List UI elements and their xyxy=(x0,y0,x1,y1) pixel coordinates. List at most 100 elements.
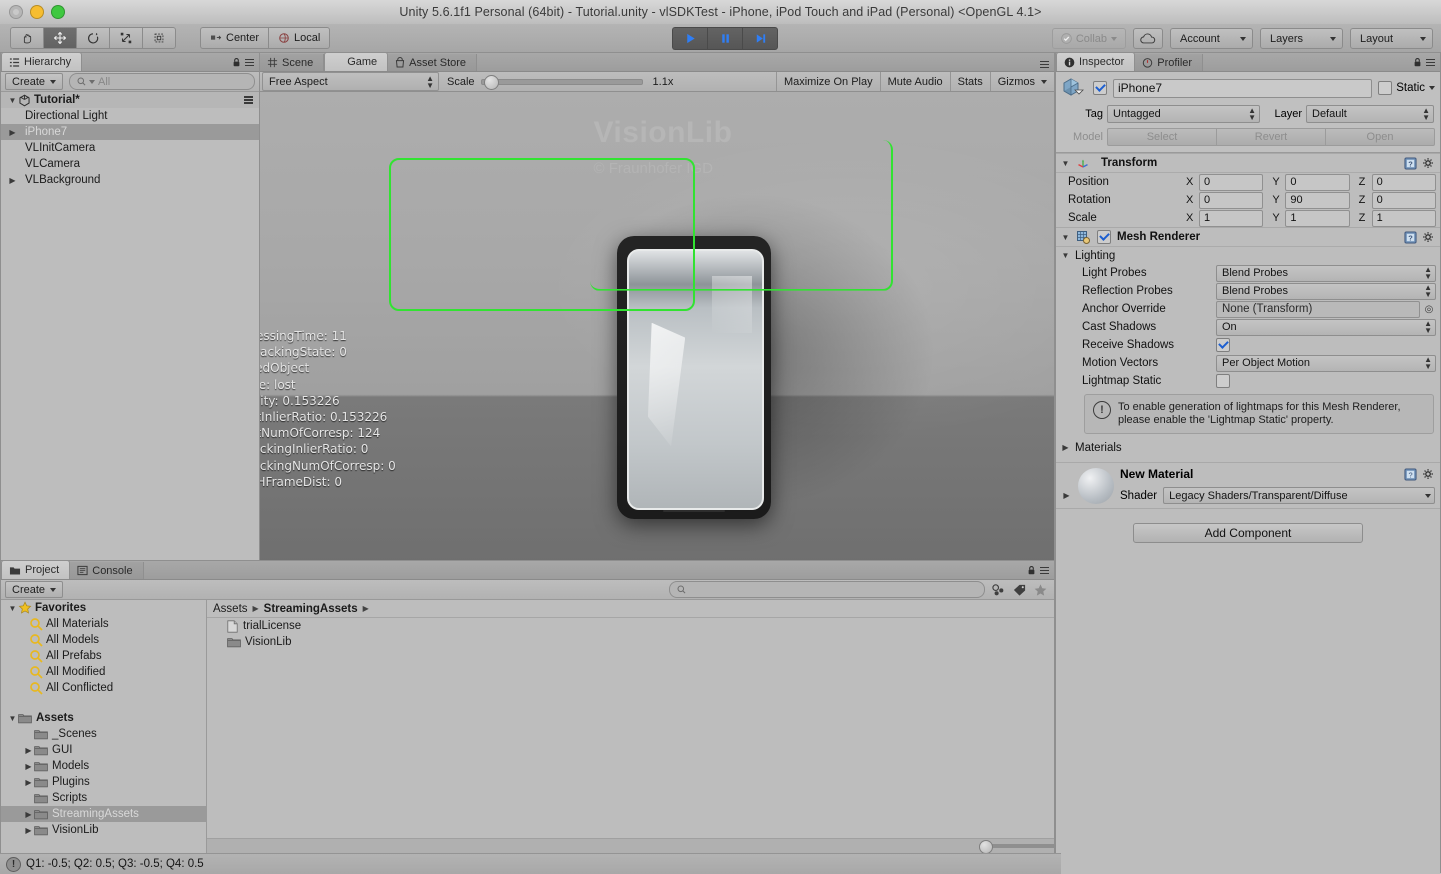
project-folder-item[interactable]: VisionLib xyxy=(207,634,1054,650)
tab-asset-store[interactable]: Asset Store xyxy=(388,54,478,71)
mute-audio-toggle[interactable]: Mute Audio xyxy=(879,72,950,91)
chevron-down-icon[interactable]: ▼ xyxy=(7,604,18,613)
scale-slider-handle[interactable] xyxy=(483,74,499,90)
hierarchy-menu-icon[interactable] xyxy=(245,58,254,67)
favorite-item[interactable]: All Conflicted xyxy=(1,680,206,696)
asset-folder-item[interactable]: ▶ GUI xyxy=(1,742,206,758)
mesh-renderer-enabled-checkbox[interactable] xyxy=(1097,230,1111,244)
receive-shadows-checkbox[interactable] xyxy=(1216,338,1230,352)
hierarchy-item-selected[interactable]: ▶ iPhone7 xyxy=(1,124,259,140)
scale-tool-button[interactable] xyxy=(109,27,142,49)
lightmap-static-checkbox[interactable] xyxy=(1216,374,1230,388)
tab-console[interactable]: Console xyxy=(70,562,144,579)
favorite-item[interactable]: All Modified xyxy=(1,664,206,680)
assets-root[interactable]: ▼ Assets xyxy=(1,710,206,726)
anchor-override-objectfield[interactable]: None (Transform) xyxy=(1216,300,1420,318)
favorite-item[interactable]: All Models xyxy=(1,632,206,648)
add-component-button[interactable]: Add Component xyxy=(1133,523,1363,543)
chevron-down-icon[interactable]: ▼ xyxy=(1060,251,1071,260)
rotation-x-input[interactable]: 0 xyxy=(1199,191,1264,209)
favorites-root[interactable]: ▼ Favorites xyxy=(1,600,206,616)
scale-z-input[interactable]: 1 xyxy=(1371,209,1436,227)
filter-by-label-icon[interactable] xyxy=(1012,583,1027,597)
hierarchy-search-input[interactable]: All xyxy=(69,73,255,90)
position-y-input[interactable]: 0 xyxy=(1285,173,1350,191)
help-icon[interactable]: ? xyxy=(1404,230,1417,244)
favorite-star-icon[interactable] xyxy=(1033,583,1048,597)
asset-folder-item[interactable]: Scripts xyxy=(1,790,206,806)
object-enabled-checkbox[interactable] xyxy=(1093,81,1107,95)
stats-toggle[interactable]: Stats xyxy=(949,72,990,91)
tab-game[interactable]: Game xyxy=(324,52,389,71)
pause-button[interactable] xyxy=(707,27,742,50)
help-icon[interactable]: ? xyxy=(1404,156,1417,170)
chevron-right-icon[interactable]: ▶ xyxy=(1061,491,1072,500)
layer-dropdown[interactable]: Default ▲ ▼ xyxy=(1306,105,1434,123)
inspector-menu-icon[interactable] xyxy=(1426,58,1435,67)
hierarchy-tree[interactable]: ▼ Tutorial* Directional Light ▶ iPhone7 … xyxy=(1,92,259,561)
chevron-right-icon[interactable]: ▶ xyxy=(7,176,18,185)
rotate-tool-button[interactable] xyxy=(76,27,109,49)
chevron-right-icon[interactable]: ▶ xyxy=(7,128,18,137)
asset-folder-item[interactable]: ▶ Models xyxy=(1,758,206,774)
rotation-mode-button[interactable]: Local xyxy=(268,27,331,49)
hierarchy-item[interactable]: ▶ VLBackground xyxy=(1,172,259,188)
filter-by-type-icon[interactable] xyxy=(991,583,1006,597)
motion-vectors-dropdown[interactable]: Per Object Motion ▲ ▼ xyxy=(1216,354,1436,372)
chevron-right-icon[interactable]: ▶ xyxy=(23,826,34,835)
rotation-z-input[interactable]: 0 xyxy=(1371,191,1436,209)
lock-icon[interactable] xyxy=(1413,57,1422,68)
position-z-input[interactable]: 0 xyxy=(1371,173,1436,191)
layout-dropdown[interactable]: Layout xyxy=(1350,28,1433,49)
asset-folder-item[interactable]: ▶ VisionLib xyxy=(1,822,206,838)
chevron-down-icon[interactable]: ▼ xyxy=(1060,233,1071,242)
tab-inspector[interactable]: Inspector xyxy=(1056,52,1136,71)
project-file-item[interactable]: trialLicense xyxy=(207,618,1054,634)
rotation-y-input[interactable]: 90 xyxy=(1285,191,1350,209)
static-checkbox[interactable] xyxy=(1378,81,1393,95)
zoom-slider-handle[interactable] xyxy=(979,840,993,854)
status-bar[interactable]: ! Q1: -0.5; Q2: 0.5; Q3: -0.5; Q4: 0.5 xyxy=(0,853,1061,874)
project-tree[interactable]: ▼ Favorites All Materials All Models All… xyxy=(1,600,207,854)
cast-shadows-dropdown[interactable]: On ▲ ▼ xyxy=(1216,318,1436,336)
chevron-right-icon[interactable]: ▶ xyxy=(23,778,34,787)
chevron-down-icon[interactable]: ▼ xyxy=(1060,159,1071,168)
layers-dropdown[interactable]: Layers xyxy=(1260,28,1343,49)
services-button[interactable] xyxy=(1133,28,1163,49)
tab-scene[interactable]: Scene xyxy=(260,54,325,71)
step-button[interactable] xyxy=(742,27,778,50)
lock-icon[interactable] xyxy=(232,57,241,68)
chevron-right-icon[interactable]: ▶ xyxy=(23,762,34,771)
scale-x-input[interactable]: 1 xyxy=(1199,209,1264,227)
tab-hierarchy[interactable]: Hierarchy xyxy=(1,52,83,71)
game-render-canvas[interactable]: VisionLib © Fraunhofer IGD ocessingTime:… xyxy=(260,92,1054,580)
lighting-foldout[interactable]: ▼ Lighting xyxy=(1056,247,1440,264)
breadcrumb-item-assets[interactable]: Assets xyxy=(213,603,248,615)
chevron-right-icon[interactable]: ▶ xyxy=(1060,443,1071,452)
favorite-item[interactable]: All Prefabs xyxy=(1,648,206,664)
object-picker-icon[interactable]: ◎ xyxy=(1422,304,1436,315)
gizmos-dropdown[interactable]: Gizmos xyxy=(989,72,1054,91)
gear-icon[interactable] xyxy=(1422,231,1435,244)
asset-folder-item-selected[interactable]: ▶ StreamingAssets xyxy=(1,806,206,822)
model-open-button[interactable]: Open xyxy=(1325,128,1435,146)
help-icon[interactable]: ? xyxy=(1404,467,1417,481)
hierarchy-item[interactable]: VLCamera xyxy=(1,156,259,172)
move-tool-button[interactable] xyxy=(43,27,76,49)
project-search-input[interactable] xyxy=(669,581,985,598)
tab-profiler[interactable]: Profiler xyxy=(1135,54,1204,71)
rect-tool-button[interactable] xyxy=(142,27,176,49)
scale-y-input[interactable]: 1 xyxy=(1285,209,1350,227)
chevron-right-icon[interactable]: ▶ xyxy=(23,810,34,819)
lock-icon[interactable] xyxy=(1027,565,1036,576)
model-revert-button[interactable]: Revert xyxy=(1216,128,1325,146)
hierarchy-item[interactable]: Directional Light xyxy=(1,108,259,124)
project-create-button[interactable]: Create xyxy=(5,581,64,598)
chevron-right-icon[interactable]: ▶ xyxy=(23,746,34,755)
aspect-ratio-dropdown[interactable]: Free Aspect ▲ ▼ xyxy=(262,72,439,91)
hierarchy-item[interactable]: VLInitCamera xyxy=(1,140,259,156)
object-name-input[interactable]: iPhone7 xyxy=(1113,78,1373,98)
materials-foldout[interactable]: ▶ Materials xyxy=(1056,439,1440,456)
asset-folder-item[interactable]: ▶ Plugins xyxy=(1,774,206,790)
play-button[interactable] xyxy=(672,27,707,50)
